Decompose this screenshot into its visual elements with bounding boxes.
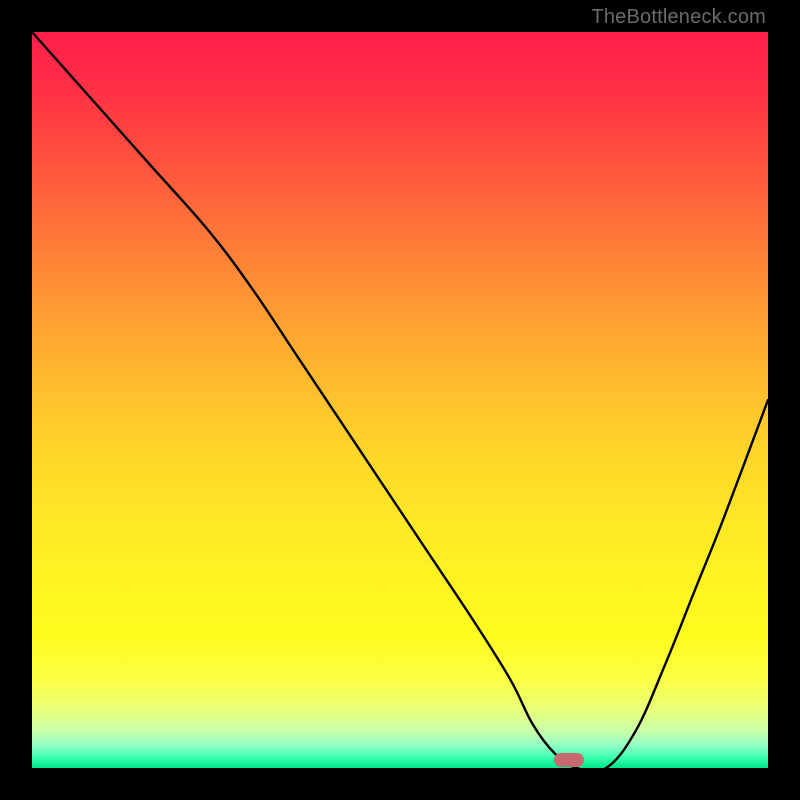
watermark-text: TheBottleneck.com xyxy=(591,6,766,29)
plot-area xyxy=(32,32,768,768)
bottleneck-curve xyxy=(32,32,768,768)
chart-frame: TheBottleneck.com xyxy=(0,0,800,800)
optimal-marker xyxy=(554,753,584,767)
